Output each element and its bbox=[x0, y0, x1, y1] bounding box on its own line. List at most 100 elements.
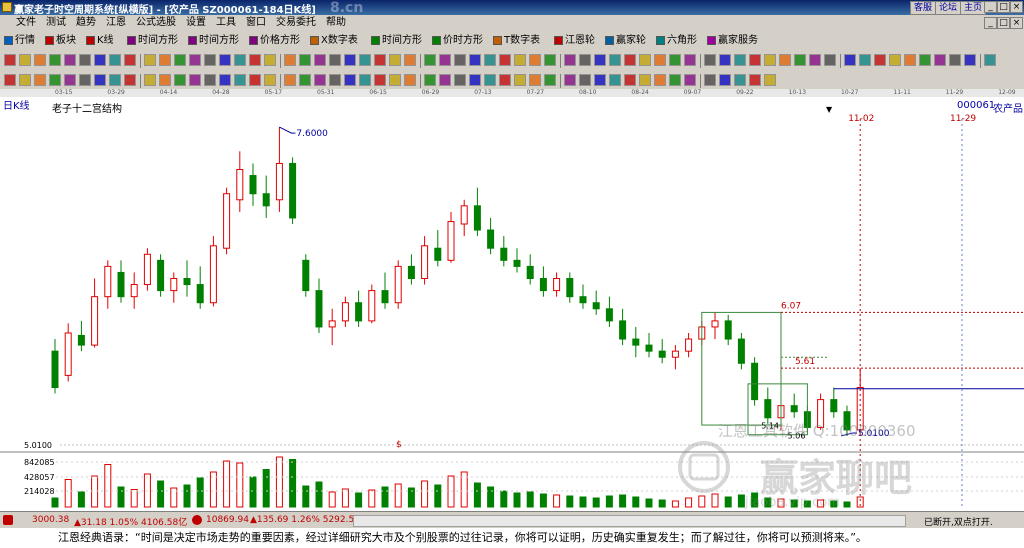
draw-tool-icon[interactable] bbox=[564, 54, 576, 66]
draw-tool-icon[interactable] bbox=[484, 54, 496, 66]
toolbar-button-10[interactable]: 江恩轮 bbox=[554, 34, 595, 48]
analysis-tool-icon[interactable] bbox=[389, 74, 401, 86]
menu-test[interactable]: 测试 bbox=[41, 15, 71, 31]
analysis-tool-icon[interactable] bbox=[299, 74, 311, 86]
chart-area[interactable]: 日K线 老子十二宫结构 000061 农产品 ▼ 5.0100 842085 428… bbox=[0, 97, 1024, 511]
toolbar-button-8[interactable]: 价时方形 bbox=[432, 34, 483, 48]
draw-tool-icon[interactable] bbox=[794, 54, 806, 66]
toolbar-button-0[interactable]: 行情 bbox=[4, 34, 35, 48]
draw-tool-icon[interactable] bbox=[499, 54, 511, 66]
analysis-tool-icon[interactable] bbox=[529, 74, 541, 86]
analysis-tool-icon[interactable] bbox=[34, 74, 46, 86]
analysis-tool-icon[interactable] bbox=[764, 74, 776, 86]
draw-tool-icon[interactable] bbox=[359, 54, 371, 66]
analysis-tool-icon[interactable] bbox=[734, 74, 746, 86]
menu-trade[interactable]: 交易委托 bbox=[271, 15, 321, 31]
analysis-tool-icon[interactable] bbox=[514, 74, 526, 86]
toolbar-button-5[interactable]: 价格方形 bbox=[249, 34, 300, 48]
analysis-tool-icon[interactable] bbox=[19, 74, 31, 86]
toolbar-button-12[interactable]: 六角形 bbox=[656, 34, 697, 48]
draw-tool-icon[interactable] bbox=[764, 54, 776, 66]
forum-link[interactable]: 论坛 bbox=[935, 1, 962, 15]
maximize-button[interactable]: □ bbox=[997, 1, 1010, 13]
draw-tool-icon[interactable] bbox=[249, 54, 261, 66]
draw-tool-icon[interactable] bbox=[859, 54, 871, 66]
toolbar-button-13[interactable]: 赢家服务 bbox=[707, 34, 758, 48]
draw-tool-icon[interactable] bbox=[919, 54, 931, 66]
draw-tool-icon[interactable] bbox=[64, 54, 76, 66]
draw-tool-icon[interactable] bbox=[639, 54, 651, 66]
draw-tool-icon[interactable] bbox=[159, 54, 171, 66]
toolbar-button-7[interactable]: 时间方形 bbox=[371, 34, 422, 48]
analysis-tool-icon[interactable] bbox=[654, 74, 666, 86]
draw-tool-icon[interactable] bbox=[389, 54, 401, 66]
draw-tool-icon[interactable] bbox=[609, 54, 621, 66]
toolbar-button-1[interactable]: 板块 bbox=[45, 34, 76, 48]
analysis-tool-icon[interactable] bbox=[144, 74, 156, 86]
menu-tools[interactable]: 工具 bbox=[211, 15, 241, 31]
draw-tool-icon[interactable] bbox=[704, 54, 716, 66]
toolbar-button-11[interactable]: 赢家轮 bbox=[605, 34, 646, 48]
draw-tool-icon[interactable] bbox=[719, 54, 731, 66]
draw-tool-icon[interactable] bbox=[109, 54, 121, 66]
draw-tool-icon[interactable] bbox=[49, 54, 61, 66]
draw-tool-icon[interactable] bbox=[514, 54, 526, 66]
toolbar-button-3[interactable]: 时间方形 bbox=[127, 34, 178, 48]
analysis-tool-icon[interactable] bbox=[329, 74, 341, 86]
analysis-tool-icon[interactable] bbox=[109, 74, 121, 86]
draw-tool-icon[interactable] bbox=[809, 54, 821, 66]
draw-tool-icon[interactable] bbox=[874, 54, 886, 66]
analysis-tool-icon[interactable] bbox=[79, 74, 91, 86]
draw-tool-icon[interactable] bbox=[234, 54, 246, 66]
minimize-button[interactable]: _ bbox=[984, 1, 997, 13]
connection-status[interactable]: 已断开,双点打开. bbox=[924, 515, 993, 528]
analysis-tool-icon[interactable] bbox=[174, 74, 186, 86]
analysis-tool-icon[interactable] bbox=[159, 74, 171, 86]
draw-tool-icon[interactable] bbox=[529, 54, 541, 66]
draw-tool-icon[interactable] bbox=[424, 54, 436, 66]
draw-tool-icon[interactable] bbox=[779, 54, 791, 66]
draw-tool-icon[interactable] bbox=[594, 54, 606, 66]
analysis-tool-icon[interactable] bbox=[124, 74, 136, 86]
draw-tool-icon[interactable] bbox=[374, 54, 386, 66]
menu-gann[interactable]: 江恩 bbox=[101, 15, 131, 31]
menu-help[interactable]: 帮助 bbox=[321, 15, 351, 31]
draw-tool-icon[interactable] bbox=[189, 54, 201, 66]
draw-tool-icon[interactable] bbox=[984, 54, 996, 66]
analysis-tool-icon[interactable] bbox=[639, 74, 651, 86]
toolbar-button-6[interactable]: X数字表 bbox=[310, 34, 358, 48]
draw-tool-icon[interactable] bbox=[669, 54, 681, 66]
child-maximize-button[interactable]: □ bbox=[997, 17, 1010, 29]
analysis-tool-icon[interactable] bbox=[669, 74, 681, 86]
draw-tool-icon[interactable] bbox=[904, 54, 916, 66]
draw-tool-icon[interactable] bbox=[404, 54, 416, 66]
draw-tool-icon[interactable] bbox=[314, 54, 326, 66]
draw-tool-icon[interactable] bbox=[94, 54, 106, 66]
draw-tool-icon[interactable] bbox=[469, 54, 481, 66]
draw-tool-icon[interactable] bbox=[964, 54, 976, 66]
analysis-tool-icon[interactable] bbox=[719, 74, 731, 86]
draw-tool-icon[interactable] bbox=[824, 54, 836, 66]
analysis-tool-icon[interactable] bbox=[189, 74, 201, 86]
menu-formula[interactable]: 公式选股 bbox=[131, 15, 181, 31]
draw-tool-icon[interactable] bbox=[439, 54, 451, 66]
draw-tool-icon[interactable] bbox=[749, 54, 761, 66]
draw-tool-icon[interactable] bbox=[654, 54, 666, 66]
draw-tool-icon[interactable] bbox=[124, 54, 136, 66]
draw-tool-icon[interactable] bbox=[734, 54, 746, 66]
analysis-tool-icon[interactable] bbox=[704, 74, 716, 86]
close-button[interactable]: × bbox=[1010, 1, 1023, 13]
support-link[interactable]: 客服 bbox=[910, 1, 937, 15]
draw-tool-icon[interactable] bbox=[844, 54, 856, 66]
analysis-tool-icon[interactable] bbox=[564, 74, 576, 86]
draw-tool-icon[interactable] bbox=[684, 54, 696, 66]
analysis-tool-icon[interactable] bbox=[594, 74, 606, 86]
analysis-tool-icon[interactable] bbox=[359, 74, 371, 86]
analysis-tool-icon[interactable] bbox=[49, 74, 61, 86]
analysis-tool-icon[interactable] bbox=[404, 74, 416, 86]
draw-tool-icon[interactable] bbox=[144, 54, 156, 66]
draw-tool-icon[interactable] bbox=[19, 54, 31, 66]
child-minimize-button[interactable]: _ bbox=[984, 17, 997, 29]
menu-settings[interactable]: 设置 bbox=[181, 15, 211, 31]
draw-tool-icon[interactable] bbox=[299, 54, 311, 66]
